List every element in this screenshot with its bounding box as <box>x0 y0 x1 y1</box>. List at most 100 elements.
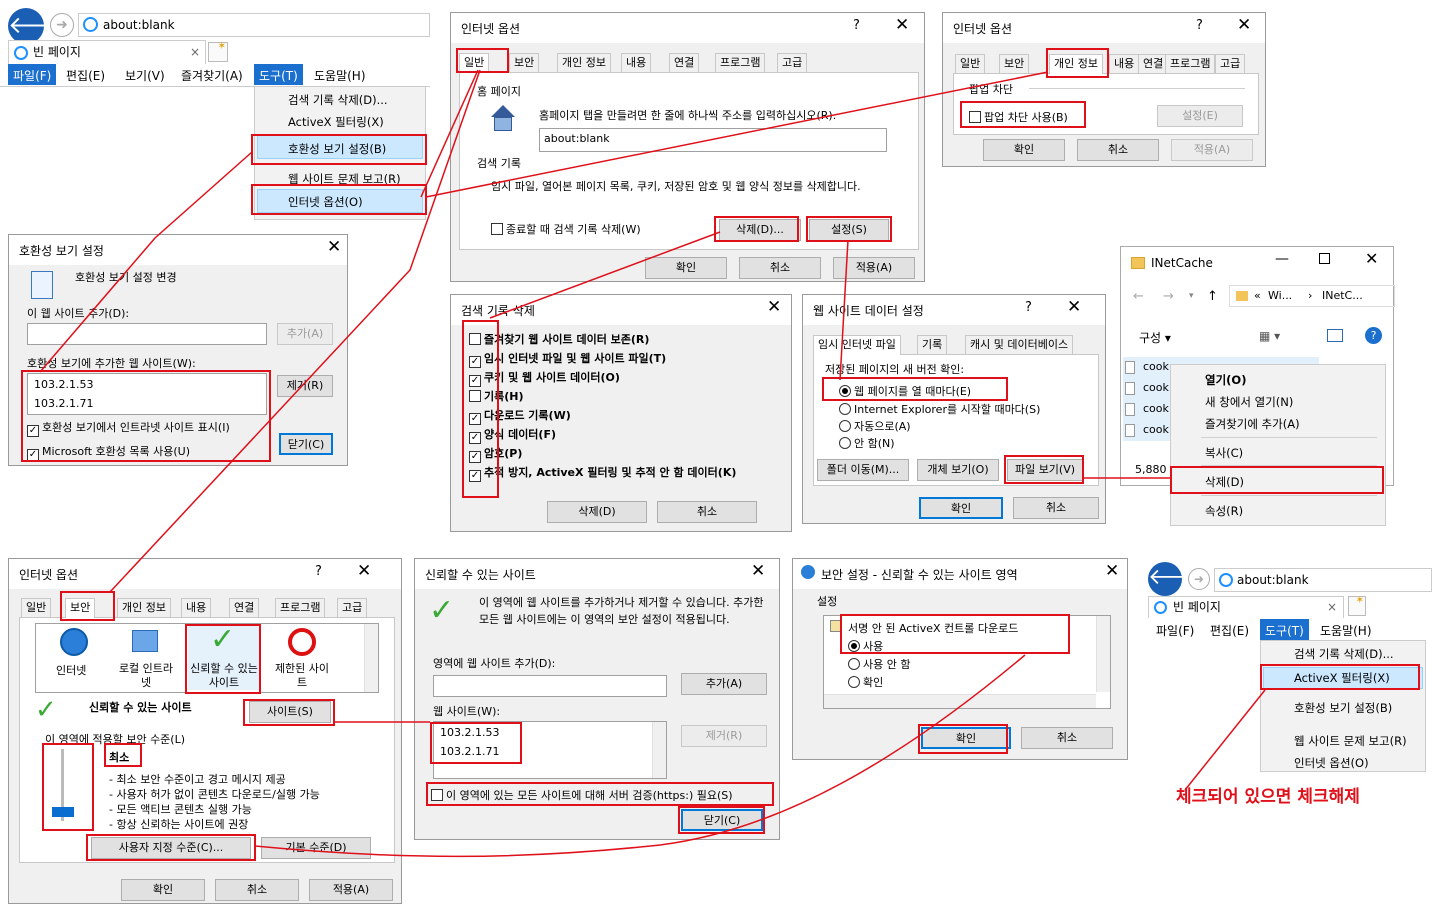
tab-security[interactable]: 보안 <box>509 53 540 73</box>
tab-connections[interactable]: 연결 <box>669 53 700 73</box>
tab-privacy[interactable]: 개인 정보 <box>117 598 171 618</box>
radio-auto[interactable]: 자동으로(A) <box>839 418 911 434</box>
forward-button[interactable]: ➜ <box>50 13 74 37</box>
address-bar[interactable]: about:blank <box>78 13 430 37</box>
delete-option-checkbox[interactable]: ✓ 추적 방지, ActiveX 필터링 및 추적 안 함 데이터(K) <box>469 464 736 482</box>
cancel-button[interactable]: 취소 <box>739 257 821 279</box>
menu-help[interactable]: 도움말(H) <box>1320 622 1372 639</box>
cancel-button[interactable]: 취소 <box>215 879 299 901</box>
tab-privacy[interactable]: 개인 정보 <box>557 53 611 73</box>
ok-button[interactable]: 확인 <box>121 879 205 901</box>
add-site-input[interactable] <box>433 675 667 697</box>
zone-internet[interactable]: 인터넷 <box>42 628 108 688</box>
menu-edit[interactable]: 편집(E) <box>1210 622 1249 639</box>
ctx-add-favorites[interactable]: 즐겨찾기에 추가(A) <box>1205 416 1300 432</box>
close-icon[interactable]: ✕ <box>767 298 781 316</box>
new-tab-button[interactable]: ✶ <box>1348 595 1366 616</box>
tab-general[interactable]: 일반 <box>21 598 52 618</box>
ok-button[interactable]: 확인 <box>983 139 1065 161</box>
apply-button[interactable]: 적용(A) <box>309 879 393 901</box>
breadcrumb-item[interactable]: Wi... <box>1268 289 1292 302</box>
settings-hscrollbar[interactable] <box>824 694 1096 708</box>
tab-history[interactable]: 기록 <box>917 335 948 355</box>
radio-never[interactable]: 안 함(N) <box>839 435 895 451</box>
add-site-input[interactable] <box>27 323 267 345</box>
help-button[interactable]: ? <box>853 18 860 33</box>
home-page-input[interactable]: about:blank <box>539 128 887 152</box>
forward-arrow-icon[interactable]: → <box>1163 289 1174 304</box>
menu-item-compat[interactable]: 호환성 보기 설정(B) <box>1294 700 1392 716</box>
organize-button[interactable]: 구성 ▾ <box>1139 329 1171 346</box>
apply-button[interactable]: 적용(A) <box>833 257 915 279</box>
back-button[interactable]: 🡐 <box>8 8 72 44</box>
cancel-button[interactable]: 취소 <box>657 501 757 523</box>
tab-programs[interactable]: 프로그램 <box>1165 54 1216 74</box>
tab-advanced[interactable]: 고급 <box>337 598 368 618</box>
menu-edit[interactable]: 편집(E) <box>66 67 105 84</box>
add-site-button[interactable]: 추가(A) <box>681 673 767 695</box>
settings-scrollbar[interactable] <box>1096 616 1110 692</box>
tab-connections[interactable]: 연결 <box>1138 54 1169 74</box>
menu-help[interactable]: 도움말(H) <box>314 67 366 84</box>
move-folder-button[interactable]: 폴더 이동(M)... <box>817 459 909 481</box>
menu-file[interactable]: 파일(F) <box>8 64 57 85</box>
ok-button[interactable]: 확인 <box>919 497 1003 519</box>
maximize-icon[interactable] <box>1319 253 1330 264</box>
tab-cache[interactable]: 캐시 및 데이터베이스 <box>965 335 1074 355</box>
tab-advanced[interactable]: 고급 <box>777 53 808 73</box>
close-icon[interactable]: ✕ <box>1365 249 1378 268</box>
add-site-button[interactable]: 추가(A) <box>277 323 333 345</box>
tab-content[interactable]: 내용 <box>181 598 212 618</box>
list-scrollbar[interactable] <box>652 722 666 778</box>
zone-restricted[interactable]: 제한된 사이트 <box>266 628 338 692</box>
tab-blank-page[interactable]: 빈 페이지 × <box>8 40 206 64</box>
help-icon[interactable]: ? <box>1365 327 1382 344</box>
help-button[interactable]: ? <box>1196 18 1203 33</box>
tab-content[interactable]: 내용 <box>1109 54 1140 74</box>
ctx-open[interactable]: 열기(O) <box>1205 372 1246 388</box>
ctx-open-new-window[interactable]: 새 창에서 열기(N) <box>1205 394 1293 410</box>
back-arrow-icon[interactable]: ← <box>1133 289 1144 304</box>
close-icon[interactable]: ✕ <box>895 16 909 34</box>
tab-content[interactable]: 내용 <box>621 53 652 73</box>
remove-site-button[interactable]: 제거(R) <box>277 375 333 397</box>
tab-security[interactable]: 보안 <box>999 54 1030 74</box>
close-icon[interactable]: ✕ <box>1067 298 1081 316</box>
forward-button[interactable]: ➜ <box>1188 568 1210 590</box>
radio-prompt[interactable]: 확인 <box>848 674 883 690</box>
zone-scrollbar[interactable] <box>364 624 378 692</box>
tab-temp-files[interactable]: 임시 인터넷 파일 <box>813 335 901 355</box>
close-icon[interactable]: ✕ <box>357 562 371 580</box>
tab-advanced[interactable]: 고급 <box>1215 54 1246 74</box>
close-tab-icon[interactable]: × <box>1327 597 1337 617</box>
preview-pane-icon[interactable] <box>1327 329 1343 342</box>
menu-item-activex[interactable]: ActiveX 필터링(X) <box>288 114 384 130</box>
menu-file[interactable]: 파일(F) <box>1156 622 1194 639</box>
ctx-copy[interactable]: 복사(C) <box>1205 445 1243 461</box>
zone-intranet[interactable]: 로컬 인트라넷 <box>110 628 180 692</box>
menu-item-report[interactable]: 웹 사이트 문제 보고(R) <box>1294 733 1407 749</box>
breadcrumb-item[interactable]: INetC... <box>1322 289 1363 302</box>
radio-disable[interactable]: 사용 안 함 <box>848 656 910 672</box>
tab-programs[interactable]: 프로그램 <box>715 53 766 73</box>
menu-item-delete-history[interactable]: 검색 기록 삭제(D)... <box>1294 646 1394 662</box>
breadcrumb[interactable]: « Wi... › INetC... <box>1229 285 1395 307</box>
help-button[interactable]: ? <box>315 564 322 579</box>
tab-general[interactable]: 일반 <box>955 54 986 74</box>
close-icon[interactable]: ✕ <box>1237 16 1251 34</box>
delete-on-exit-checkbox[interactable]: 종료할 때 검색 기록 삭제(W) <box>491 221 641 237</box>
view-options-icon[interactable]: ▦ ▾ <box>1259 329 1280 343</box>
cancel-button[interactable]: 취소 <box>1013 497 1099 519</box>
up-arrow-icon[interactable]: ↑ <box>1207 289 1218 304</box>
menu-item-options[interactable]: 인터넷 옵션(O) <box>1294 755 1369 771</box>
cancel-button[interactable]: 취소 <box>1077 139 1159 161</box>
radio-on-start[interactable]: Internet Explorer를 시작할 때마다(S) <box>839 401 1040 417</box>
menu-favorites[interactable]: 즐겨찾기(A) <box>181 67 243 84</box>
tab-programs[interactable]: 프로그램 <box>275 598 326 618</box>
menu-tools[interactable]: 도구(T) <box>254 64 303 85</box>
default-level-button[interactable]: 기본 수준(D) <box>261 837 371 859</box>
tab-connections[interactable]: 연결 <box>229 598 260 618</box>
tab-blank-page[interactable]: 빈 페이지 × <box>1148 596 1344 618</box>
delete-button[interactable]: 삭제(D) <box>547 501 647 523</box>
new-tab-button[interactable]: ✶ <box>208 41 228 62</box>
